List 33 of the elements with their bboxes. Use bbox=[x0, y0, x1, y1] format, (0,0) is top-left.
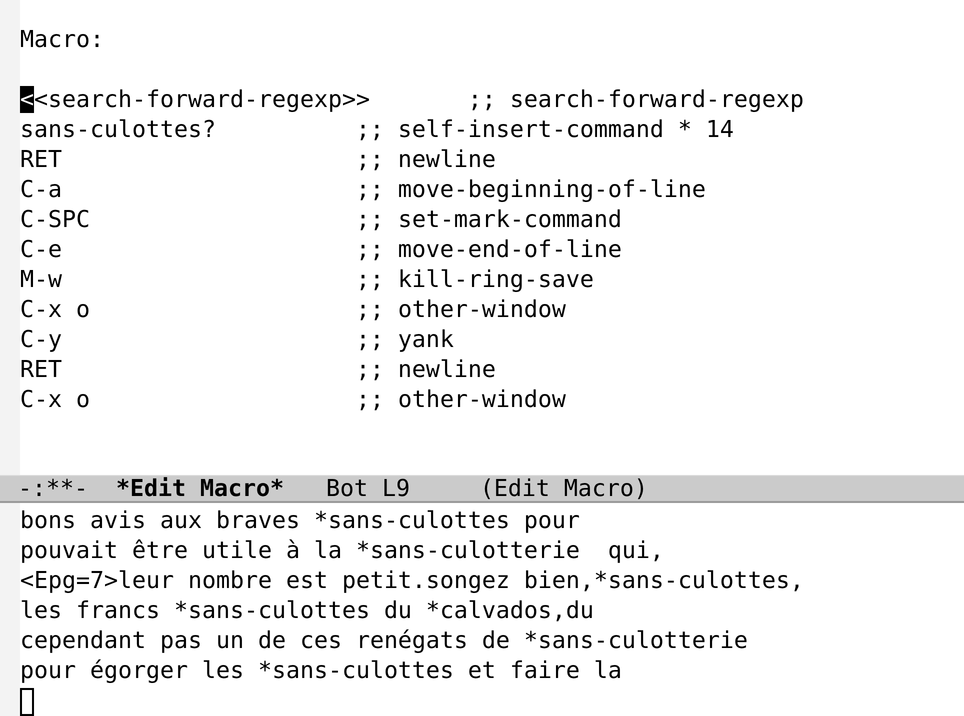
key-sequence: C-y bbox=[20, 326, 62, 354]
key-sequence: RET bbox=[20, 356, 62, 384]
buffer-line: pour égorger les *sans-culottes et faire la bbox=[20, 657, 622, 685]
command-comment: ;; newline bbox=[356, 146, 496, 174]
key-sequence: sans-culottes? bbox=[20, 116, 216, 144]
key-sequence: M-w bbox=[20, 266, 62, 294]
key-sequence: RET bbox=[20, 146, 62, 174]
buffer-status: -:**- bbox=[18, 476, 88, 501]
command-comment: ;; kill-ring-save bbox=[356, 266, 594, 294]
command-comment: ;; other-window bbox=[356, 296, 566, 324]
buffer-line: les francs *sans-culottes du *calvados,du bbox=[20, 597, 594, 625]
macro-heading: Macro: bbox=[20, 26, 104, 54]
command-comment: ;; yank bbox=[356, 326, 454, 354]
command-comment: ;; move-beginning-of-line bbox=[356, 176, 706, 204]
command-comment: ;; set-mark-command bbox=[356, 206, 622, 234]
buffer-line: pouvait être utile à la *sans-culotterie qui, bbox=[20, 537, 664, 565]
key-sequence: C-x o bbox=[20, 386, 90, 414]
buffer-name: *Edit Macro* bbox=[116, 476, 284, 501]
key-sequence: <<search-forward-regexp>> bbox=[20, 86, 370, 114]
key-sequence: C-SPC bbox=[20, 206, 90, 234]
buffer-line: <Epg=7>leur nombre est petit.songez bien,*sans-culottes, bbox=[20, 567, 804, 595]
buffer-line: bons avis aux braves *sans-culottes pour bbox=[20, 507, 580, 535]
key-sequence: C-x o bbox=[20, 296, 90, 324]
key-sequence: C-e bbox=[20, 236, 62, 264]
buffer-line: cependant pas un de ces renégats de *sans-culotterie bbox=[20, 627, 748, 655]
command-comment: ;; newline bbox=[356, 356, 496, 384]
command-comment: ;; move-end-of-line bbox=[356, 236, 622, 264]
position-indicator: Bot L9 bbox=[326, 476, 410, 501]
command-comment: ;; self-insert-command * 14 bbox=[356, 116, 734, 144]
key-sequence: C-a bbox=[20, 176, 62, 204]
command-comment: ;; search-forward-regexp bbox=[468, 86, 804, 114]
command-comment: ;; other-window bbox=[356, 386, 566, 414]
major-mode: (Edit Macro) bbox=[480, 476, 648, 501]
